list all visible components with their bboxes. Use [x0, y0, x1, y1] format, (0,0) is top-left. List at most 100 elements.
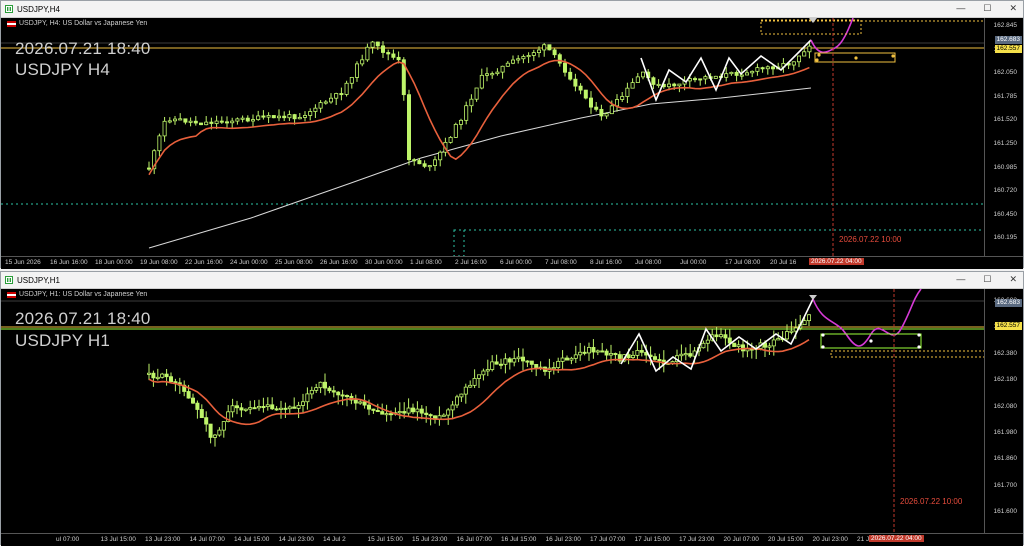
time-tick-label: 16 Jul 07:00	[456, 536, 492, 543]
candle-body	[745, 72, 750, 76]
candle-body	[472, 378, 477, 386]
candle-body	[230, 120, 235, 124]
minimize-icon[interactable]: —	[956, 3, 965, 14]
price-tick-label: 160.195	[993, 234, 1018, 242]
candle-body	[198, 122, 203, 126]
candle-body	[186, 391, 191, 399]
candle-body	[552, 49, 557, 56]
time-scale[interactable]: ul 07:00 13 Jul 15:00 13 Jul 23:00 14 Jul 0…	[1, 533, 1023, 546]
candle-body	[490, 361, 495, 370]
candle-body	[412, 159, 417, 162]
chart-info: USDJPY, H1: US Dollar vs Japanese Yen	[7, 291, 147, 298]
candle-body	[537, 49, 542, 53]
candle-body	[755, 67, 760, 72]
candle-body	[313, 107, 318, 112]
candle-body	[469, 98, 474, 107]
maximize-icon[interactable]: ☐	[983, 3, 991, 14]
h4-titlebar[interactable]: USDJPY,H4 — ☐ ✕	[1, 1, 1023, 18]
time-tick-label: 15 Jul 15:00	[367, 536, 403, 543]
candle-body	[256, 115, 261, 120]
time-tick-label: 24 Jun 00:00	[230, 259, 268, 266]
candle-body	[531, 52, 536, 56]
candle-body	[287, 114, 292, 119]
price-tick-label: 162.080	[993, 402, 1018, 410]
h4-chart-window[interactable]: USDJPY,H4 — ☐ ✕ USDJPY, H4: US Dollar vs…	[0, 0, 1024, 269]
candle-body	[265, 404, 270, 408]
candle-body	[204, 121, 209, 126]
time-tick-label: Jul 00:00	[680, 259, 707, 266]
candle-body	[802, 51, 807, 57]
chart-window-icon	[5, 5, 13, 13]
close-icon[interactable]: ✕	[1009, 274, 1017, 285]
candle-body	[672, 83, 677, 87]
marker-dot	[869, 339, 873, 343]
high-price-tag: 162.683	[994, 299, 1022, 307]
candle-body	[750, 70, 755, 74]
candle-body	[500, 65, 505, 73]
h1-titlebar[interactable]: USDJPY,H1 — ☐ ✕	[1, 272, 1023, 289]
candle-body	[292, 406, 297, 409]
candle-body	[679, 353, 684, 357]
candle-body	[703, 76, 708, 80]
candle-body	[234, 405, 239, 409]
h1-chart-window[interactable]: USDJPY,H1 — ☐ ✕ USDJPY, H1: US Dollar vs…	[0, 271, 1024, 546]
candle-body	[318, 102, 323, 109]
candle-body	[353, 399, 358, 404]
candle-body	[503, 358, 508, 365]
candle-body	[526, 55, 531, 58]
candle-body	[212, 434, 217, 438]
candle-body	[167, 120, 172, 123]
candle-body	[583, 89, 588, 99]
candle-body	[476, 374, 481, 379]
candle-body	[667, 83, 672, 88]
candle-body	[653, 356, 658, 360]
candle-body	[683, 353, 688, 356]
time-tick-label: 18 Jun 00:00	[95, 259, 133, 266]
candle-body	[604, 350, 609, 356]
candle-body	[551, 367, 556, 370]
candle-body	[771, 66, 776, 70]
candle-body	[358, 401, 363, 404]
price-scale[interactable]: 162.683162.400162.380162.180162.080161.9…	[984, 289, 1023, 533]
candle-body	[454, 396, 459, 406]
candle-body	[529, 360, 534, 365]
price-tick-label: 160.450	[993, 210, 1018, 218]
candle-body	[360, 59, 365, 65]
candle-body	[417, 160, 422, 165]
candle-body	[209, 121, 214, 124]
h4-price-chart[interactable]: USDJPY, H4: US Dollar vs Japanese Yen 20…	[1, 18, 1023, 256]
candle-body	[714, 334, 719, 338]
candle-body	[701, 342, 706, 349]
candle-body	[446, 409, 451, 416]
candle-body	[724, 73, 729, 78]
candle-body	[641, 71, 646, 78]
candle-body	[155, 376, 160, 379]
minimize-icon[interactable]: —	[956, 274, 965, 285]
h1-price-chart[interactable]: USDJPY, H1: US Dollar vs Japanese Yen 20…	[1, 289, 1023, 533]
candle-body	[578, 85, 583, 91]
candle-body	[464, 105, 469, 121]
time-tick-label: 25 Jun 08:00	[275, 259, 313, 266]
candle-body	[521, 56, 526, 60]
chart-info: USDJPY, H4: US Dollar vs Japanese Yen	[7, 20, 147, 27]
candle-body	[736, 344, 741, 347]
candle-body	[765, 66, 770, 70]
candle-body	[195, 402, 200, 410]
support-zone-box	[453, 229, 465, 256]
candle-body	[557, 54, 562, 64]
candle-body	[282, 115, 287, 119]
candle-body	[802, 320, 807, 326]
candle-body	[422, 163, 427, 167]
candle-body	[349, 77, 354, 84]
candle-body	[208, 423, 213, 438]
candle-body	[587, 347, 592, 354]
candle-body	[542, 44, 547, 51]
time-scale[interactable]: 15 Jun 2026 16 Jun 16:00 18 Jun 00:00 19 Ju…	[1, 256, 1023, 269]
candle-body	[362, 401, 367, 406]
time-tick-label: 6 Jul 00:00	[500, 259, 532, 266]
price-scale[interactable]: 162.845162.315162.050161.785161.520161.2…	[984, 18, 1023, 256]
close-icon[interactable]: ✕	[1009, 3, 1017, 14]
maximize-icon[interactable]: ☐	[983, 274, 991, 285]
candle-body	[613, 353, 618, 356]
candle-body	[406, 407, 411, 414]
